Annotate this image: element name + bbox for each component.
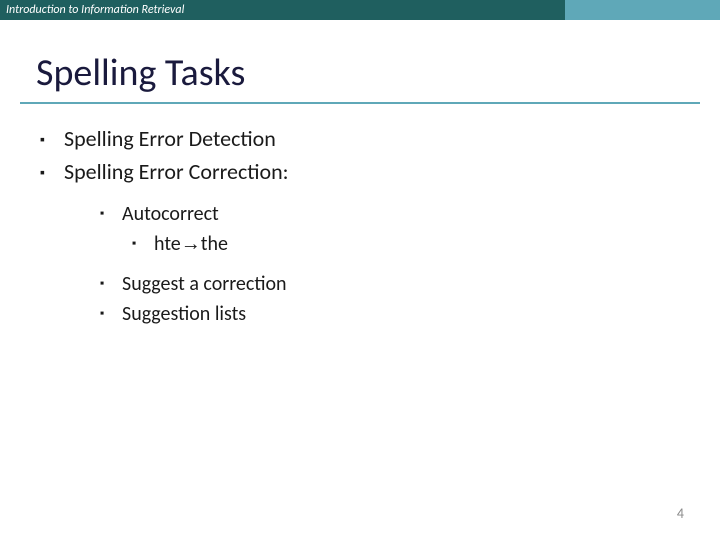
autocorrect-from: hte	[154, 232, 181, 256]
sub-bullet-list: Autocorrect	[0, 200, 720, 228]
list-item: Spelling Error Detection	[40, 124, 720, 155]
list-item: Spelling Error Correction:	[40, 157, 720, 188]
main-bullet-list: Spelling Error Detection Spelling Error …	[0, 124, 720, 188]
header-accent	[565, 0, 720, 20]
page-number: 4	[677, 505, 684, 522]
arrow-icon: →	[181, 233, 201, 255]
header-course-title: Introduction to Information Retrieval	[0, 0, 565, 20]
autocorrect-to: the	[201, 232, 228, 256]
list-item: Suggest a correction	[100, 270, 720, 298]
list-item: Suggestion lists	[100, 300, 720, 328]
list-item: Autocorrect	[100, 200, 720, 228]
header-bar: Introduction to Information Retrieval	[0, 0, 720, 20]
sub-sub-bullet-list: hte→the	[0, 230, 720, 258]
slide-title: Spelling Tasks	[0, 20, 720, 102]
title-underline	[20, 102, 700, 104]
list-item: hte→the	[132, 230, 720, 258]
sub-bullet-list: Suggest a correction Suggestion lists	[0, 270, 720, 328]
